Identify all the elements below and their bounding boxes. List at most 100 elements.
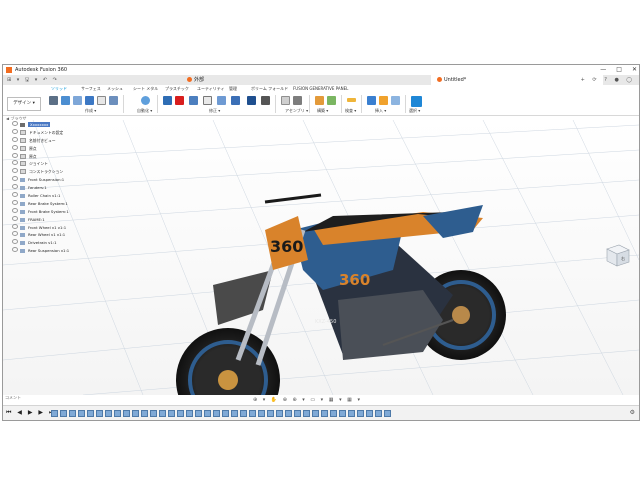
insert-image-icon[interactable] [379,96,388,105]
timeline-feature-icon[interactable] [249,410,256,417]
workspace-design-dropdown[interactable]: デザイン ▾ [7,97,41,111]
timeline-feature-icon[interactable] [213,410,220,417]
measure-icon[interactable] [347,98,356,102]
timeline-feature-icon[interactable] [330,410,337,417]
browser-item-component[interactable]: Roller Chain v1:1 [6,192,106,200]
tab-bar-right-icons[interactable]: + ⟳ ? ● ◯ [581,75,635,85]
visibility-icon[interactable] [12,223,18,229]
timeline-feature-icon[interactable] [258,410,265,417]
timeline-feature-icon[interactable] [51,410,58,417]
timeline-feature-icon[interactable] [222,410,229,417]
visibility-icon[interactable] [12,144,18,150]
browser-item-component[interactable]: Drivetrain v1:1 [6,239,106,247]
construct-group-label[interactable]: 構築 ▾ [317,108,328,114]
tab-generative-panel[interactable]: FUSION GENERATIVE PANEL [293,85,348,93]
visibility-icon[interactable] [12,136,18,142]
tab-surface[interactable]: サーフェス [81,85,101,93]
tab-plastic[interactable]: プラスチック [165,85,189,93]
timeline-feature-icon[interactable] [105,410,112,417]
joint-icon[interactable] [293,96,302,105]
timeline-feature-icon[interactable] [141,410,148,417]
press-pull-icon[interactable] [163,96,172,105]
browser-item-component[interactable]: Front Wheel v1 v1:1 [6,223,106,232]
timeline-feature-icon[interactable] [69,410,76,417]
hole-icon[interactable] [85,96,94,105]
select-icon[interactable] [411,96,422,107]
browser-item-named-views[interactable]: 名前付きビュー [6,136,106,145]
create-group-label[interactable]: 作成 ▾ [85,108,96,114]
visibility-icon[interactable] [12,168,18,174]
timeline-feature-icon[interactable] [177,410,184,417]
timeline-feature-icon[interactable] [159,410,166,417]
timeline-playback-controls[interactable]: ⏮ ◀ ▶ ▶ ⏭ [6,409,56,417]
browser-item-document-settings[interactable]: ドキュメントの設定 [6,128,106,137]
timeline-feature-icon[interactable] [123,410,130,417]
timeline-feature-icon[interactable] [285,410,292,417]
comments-panel[interactable]: コメント [5,395,85,403]
automate-group-label[interactable]: 自動化 ▾ [137,108,152,114]
timeline-feature-icon[interactable] [231,410,238,417]
shell-icon[interactable] [203,96,212,105]
timeline-feature-icon[interactable] [240,410,247,417]
browser-item-construction[interactable]: コンストラクション [6,168,106,176]
browser-item-origin[interactable]: 原点 [6,144,106,153]
browser-item-origin-2[interactable]: 原点 [6,152,106,161]
visibility-icon[interactable] [12,239,18,245]
timeline-feature-icon[interactable] [78,410,85,417]
visibility-icon[interactable] [12,207,18,213]
timeline-feature-icon[interactable] [366,410,373,417]
align-icon[interactable] [247,96,256,105]
offset-plane-icon[interactable] [315,96,324,105]
navigation-bar[interactable]: ⊕ ▾ ✋ ⊕ ⊕ ▾ ▭ ▾ ▦ ▾ ▦ ▾ [253,397,383,405]
timeline-feature-icon[interactable] [303,410,310,417]
visibility-icon[interactable] [12,176,18,182]
document-tab-untitled[interactable]: Untitled* [431,75,603,85]
timeline-settings-icon[interactable]: ⚙ [630,409,635,416]
insert-mesh-icon[interactable] [391,96,400,105]
timeline-feature-icon[interactable] [204,410,211,417]
quick-access-toolbar[interactable]: ⊞ ▾ 🖫 ▾ ↶ ↷ [7,75,59,85]
timeline-feature-icon[interactable] [96,410,103,417]
insert-derive-icon[interactable] [367,96,376,105]
visibility-icon[interactable] [12,160,18,166]
move-copy-icon[interactable] [261,96,270,105]
browser-item-component[interactable]: Rear Suspension v1:1 [6,247,106,255]
timeline-feature-icon[interactable] [87,410,94,417]
viewcube[interactable]: 右 [603,240,631,268]
revolve-icon[interactable] [73,96,82,105]
browser-item-component[interactable]: Front Suspension:1 [6,176,106,184]
timeline-feature-icon[interactable] [150,410,157,417]
tab-sheet-metal[interactable]: シート メタル [133,85,158,93]
visibility-icon[interactable] [12,199,18,205]
minimize-button[interactable]: — [600,65,606,75]
split-icon[interactable] [231,96,240,105]
timeline-feature-icon[interactable] [357,410,364,417]
visibility-icon[interactable] [12,247,18,253]
box-icon[interactable] [97,96,106,105]
delete-icon[interactable] [175,96,184,105]
timeline-feature-icon[interactable] [339,410,346,417]
timeline-feature-icon[interactable] [294,410,301,417]
insert-group-label[interactable]: 挿入 ▾ [375,108,386,114]
timeline-feature-icon[interactable] [348,410,355,417]
timeline-feature-icon[interactable] [114,410,121,417]
timeline-feature-icon[interactable] [375,410,382,417]
assemble-group-label[interactable]: アセンブリ ▾ [285,108,308,114]
automate-icon[interactable] [141,96,150,105]
browser-item-component[interactable]: FRAME:1 [6,215,106,224]
tab-manage[interactable]: 管理 [229,85,237,93]
timeline-feature-icon[interactable] [168,410,175,417]
document-tab-1[interactable]: 外部 [181,75,393,85]
browser-item-component[interactable]: Rear Wheel v1 v1:1 [6,231,106,239]
timeline-feature-icon[interactable] [321,410,328,417]
pattern-icon[interactable] [109,96,118,105]
visibility-icon[interactable] [12,215,18,221]
new-component-icon[interactable] [281,96,290,105]
combine-icon[interactable] [217,96,226,105]
tab-utility[interactable]: ユーティリティ [197,85,225,93]
timeline-feature-icon[interactable] [195,410,202,417]
timeline-feature-icon[interactable] [132,410,139,417]
visibility-icon[interactable] [12,152,18,158]
browser-item-root[interactable]: Xxxxxxxx [6,121,106,129]
visibility-icon[interactable] [12,231,18,237]
